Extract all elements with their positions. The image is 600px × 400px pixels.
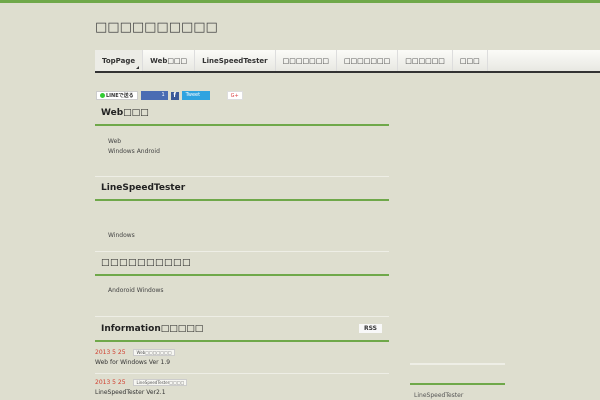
nav-item-6[interactable]: □□□□□□ xyxy=(398,50,453,71)
news-title[interactable]: LineSpeedTester Ver2.1 xyxy=(95,389,389,396)
news-date: 2013 5 25 xyxy=(95,349,126,356)
section-title: □□□□□□□□□□ xyxy=(95,252,389,276)
gplus-button[interactable]: G+ xyxy=(226,91,243,100)
news-title[interactable]: Web for Windows Ver 1.9 xyxy=(95,359,389,366)
line-label: LINEで送る xyxy=(106,93,134,99)
section-title: LineSpeedTester xyxy=(95,177,389,201)
nav-toppage[interactable]: TopPage xyxy=(95,50,144,71)
nav-item-5[interactable]: □□□□□□□ xyxy=(337,50,399,71)
news-item: 2013 5 25 LineSpeedTester□□□□ LineSpeedT… xyxy=(95,379,389,396)
section-information: Information□□□□□ RSS xyxy=(95,318,389,342)
section-title: Web□□□ xyxy=(95,102,389,126)
section-other: □□□□□□□□□□ Andoroid Windows xyxy=(95,252,389,296)
section-text: Web xyxy=(108,138,122,145)
share-buttons: LINEで送る 1 f Tweet G+ xyxy=(96,91,243,100)
facebook-icon[interactable]: f xyxy=(170,91,179,100)
sidebar-link[interactable]: LineSpeedTester xyxy=(414,392,463,399)
sidebar-widget xyxy=(410,363,505,385)
top-accent-bar xyxy=(0,0,600,3)
section-title: Information□□□□□ xyxy=(95,318,389,342)
news-item: 2013 5 25 Web□□□□□□□ Web for Windows Ver… xyxy=(95,349,389,366)
news-date: 2013 5 25 xyxy=(95,379,126,386)
line-share-button[interactable]: LINEで送る xyxy=(96,91,138,100)
section-web: Web□□□ Web Windows Android xyxy=(95,102,389,157)
nav-item-4[interactable]: □□□□□□□ xyxy=(276,50,337,71)
divider xyxy=(95,316,389,317)
nav-item-7[interactable]: □□□ xyxy=(453,50,488,71)
section-linespeedtester: LineSpeedTester Windows xyxy=(95,177,389,241)
nav-linespeedtester[interactable]: LineSpeedTester xyxy=(195,50,276,71)
section-text: Windows xyxy=(108,232,135,239)
divider xyxy=(95,373,389,374)
line-icon xyxy=(100,93,105,98)
news-tag[interactable]: Web□□□□□□□ xyxy=(133,349,175,356)
nav-web[interactable]: Web□□□ xyxy=(143,50,196,71)
tweet-button[interactable]: Tweet xyxy=(181,91,210,100)
rss-button[interactable]: RSS xyxy=(359,324,382,333)
like-button[interactable]: 1 xyxy=(140,91,168,100)
section-text: Andoroid Windows xyxy=(108,287,164,294)
section-text: Windows Android xyxy=(108,148,160,155)
main-nav: TopPage Web□□□ LineSpeedTester □□□□□□□ □… xyxy=(95,50,600,73)
news-tag[interactable]: LineSpeedTester□□□□ xyxy=(133,379,188,386)
site-title[interactable]: □□□□□□□□□□ xyxy=(95,20,218,35)
